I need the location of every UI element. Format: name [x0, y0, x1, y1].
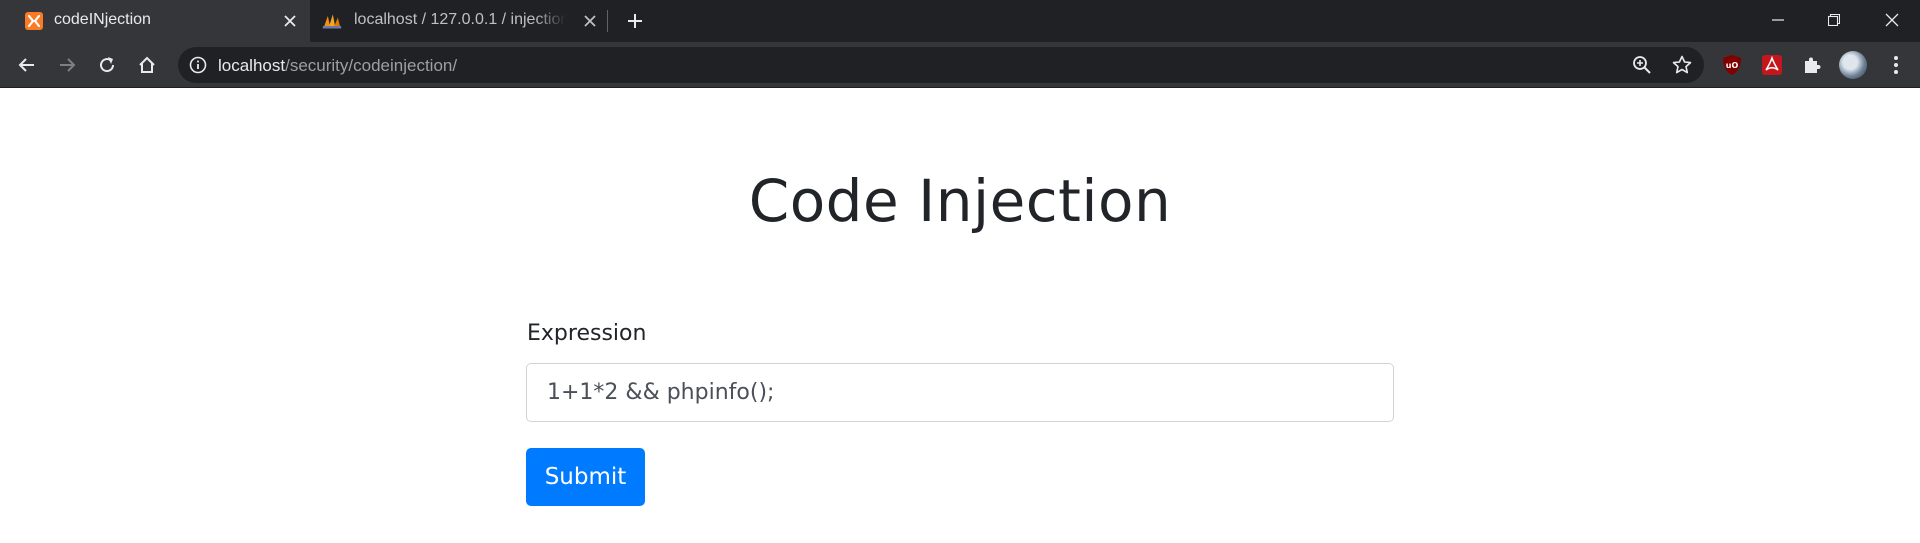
tab-title: localhost / 127.0.0.1 / injection /	[354, 11, 566, 28]
arrow-right-icon	[60, 58, 76, 72]
svg-text:uO: uO	[1726, 61, 1739, 70]
page-title: Code Injection	[748, 167, 1172, 235]
home-icon	[139, 56, 155, 73]
plus-icon	[628, 14, 642, 28]
reload-button[interactable]	[91, 49, 123, 81]
bookmark-star-icon[interactable]	[1670, 53, 1694, 77]
menu-button[interactable]	[1880, 49, 1912, 81]
tab-phpmyadmin[interactable]: localhost / 127.0.0.1 / injection /	[312, 0, 602, 42]
restore-button[interactable]	[1806, 0, 1862, 40]
more-vert-icon	[1894, 56, 1898, 74]
expression-label: Expression	[527, 321, 647, 346]
back-button[interactable]	[11, 49, 43, 81]
url-path: /security/codeinjection/	[285, 56, 458, 75]
page-content: Code Injection Expression Submit	[0, 89, 1920, 543]
profile-avatar[interactable]	[1839, 51, 1867, 79]
zoom-icon[interactable]	[1630, 53, 1654, 77]
extensions-puzzle-icon[interactable]	[1800, 53, 1824, 77]
tab-codeinjection[interactable]: codeINjection	[0, 0, 310, 42]
info-icon[interactable]	[188, 55, 208, 75]
tab-title: codeINjection	[54, 11, 151, 28]
ublock-origin-icon[interactable]: uO	[1720, 53, 1744, 77]
xampp-icon	[24, 11, 44, 31]
expression-input[interactable]	[526, 363, 1394, 422]
forward-button[interactable]	[51, 49, 83, 81]
reload-icon	[100, 57, 115, 73]
browser-toolbar: localhost/security/codeinjection/ uO	[0, 42, 1920, 88]
minimize-icon	[1772, 19, 1784, 21]
tab-divider	[607, 10, 608, 32]
url-host: localhost	[218, 56, 286, 75]
restore-icon	[1828, 14, 1840, 26]
close-icon	[1885, 13, 1899, 27]
close-icon[interactable]	[280, 11, 300, 31]
adobe-acrobat-icon[interactable]	[1760, 53, 1784, 77]
tab-strip: codeINjection localhost / 127.0.0.1 / in…	[0, 0, 1920, 42]
minimize-button[interactable]	[1750, 0, 1806, 40]
close-icon[interactable]	[580, 11, 600, 31]
address-bar[interactable]: localhost/security/codeinjection/	[178, 47, 1704, 83]
window-close-button[interactable]	[1864, 0, 1920, 40]
home-button[interactable]	[131, 49, 163, 81]
new-tab-button[interactable]	[620, 6, 650, 36]
arrow-left-icon	[18, 58, 34, 72]
submit-button[interactable]: Submit	[526, 448, 645, 506]
url-text[interactable]: localhost/security/codeinjection/	[218, 56, 457, 76]
phpmyadmin-icon	[322, 11, 342, 31]
